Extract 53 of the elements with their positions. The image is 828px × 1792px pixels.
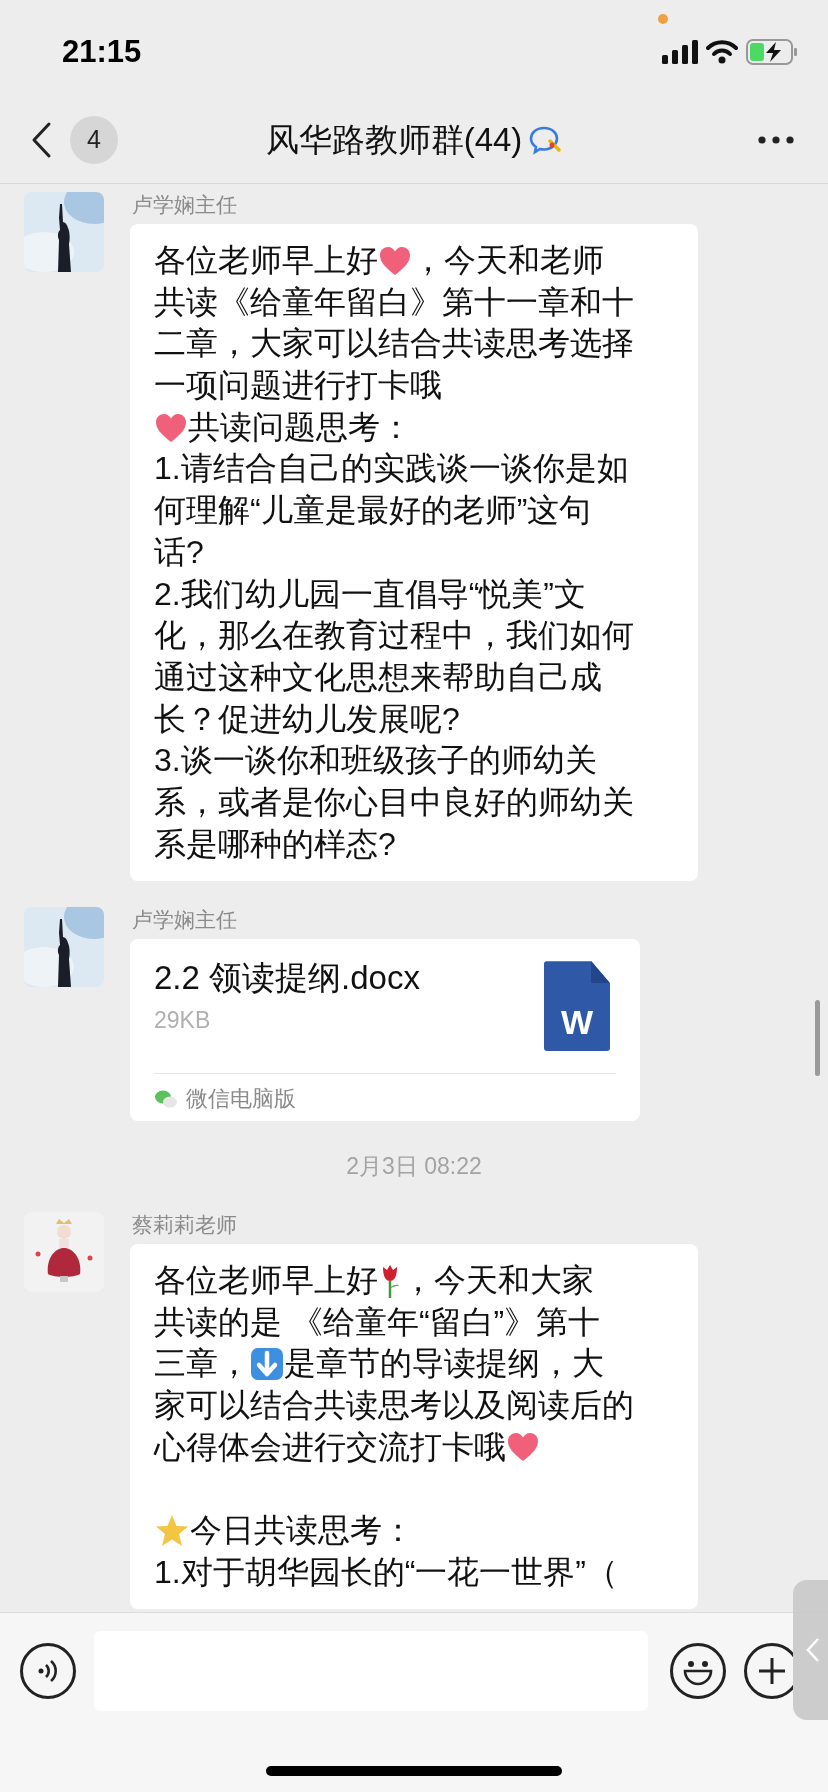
sender-name: 卢学娴主任 (132, 907, 238, 934)
word-document-icon: W (544, 961, 610, 1052)
battery-icon (746, 39, 798, 65)
message-text: 1.请结合自己的实践谈一谈你是如 (154, 449, 629, 489)
unread-count-badge: 4 (70, 115, 118, 164)
message-text: ，今天和老师 (412, 241, 604, 280)
message-text: 2.我们幼儿园一直倡导“悦美”文 (154, 574, 586, 614)
chat-bubble-icon (528, 124, 563, 155)
timestamp: 2月3日 08:22 (346, 1152, 482, 1182)
heart-icon (154, 411, 188, 444)
message-text: 共读的是 《给童年“留白”》第十 (154, 1302, 601, 1342)
back-icon (30, 120, 52, 159)
message-text: 何理解“儿童是最好的老师”这句 (154, 491, 592, 531)
message-text: 化，那么在教育过程中，我们如何 (154, 616, 634, 656)
message-text: 一项问题进行打卡哦 (154, 366, 442, 406)
message-text: 三章， (154, 1344, 250, 1384)
message-text: 今日共读思考： (190, 1510, 414, 1550)
chevron-left-icon (806, 1637, 820, 1663)
message-text: 是章节的导读提纲，大 (284, 1344, 604, 1384)
message-text: 话? (154, 532, 204, 572)
message-text: 共读问题思考： (188, 407, 412, 447)
wechat-icon (154, 1088, 178, 1109)
message-text: 长？促进幼儿发展呢? (154, 699, 460, 739)
message-text: 家可以结合共读思考以及阅读后的 (154, 1385, 634, 1425)
message-text: 心得体会进行交流打卡哦 (154, 1427, 506, 1467)
chat-title: 风华路教师群(44) (265, 119, 523, 160)
file-card[interactable]: 2.2 领读提纲.docx 29KB W 微信电脑版 (130, 939, 640, 1122)
message-text: 系是哪种的样态? (154, 824, 396, 864)
voice-icon (37, 1658, 59, 1684)
sender-name: 蔡莉莉老师 (132, 1211, 238, 1238)
source-label: 微信电脑版 (186, 1085, 296, 1114)
message-text: 共读《给童年留白》第十一章和十 (154, 282, 634, 322)
side-handle[interactable] (793, 1580, 828, 1720)
message-text: 各位老师早上好 (154, 241, 378, 280)
emoji-button[interactable] (670, 1643, 726, 1699)
message-text: 通过这种文化思想来帮助自己成 (154, 657, 602, 697)
more-icon (758, 135, 794, 144)
sender-name: 卢学娴主任 (132, 192, 238, 218)
signal-icon (662, 40, 698, 64)
message-text: 3.谈一谈你和班级孩子的师幼关 (154, 741, 597, 781)
plus-icon (757, 1656, 787, 1686)
wifi-icon (706, 40, 738, 64)
file-size: 29KB (154, 1006, 212, 1036)
heart-icon (506, 1431, 540, 1464)
status-time: 21:15 (62, 32, 142, 71)
message-text: 各位老师早上好 (154, 1260, 378, 1300)
voice-button[interactable] (20, 1643, 76, 1699)
heart-icon (378, 244, 412, 277)
message-text: 1.对于胡华园长的“一花一世界”（ (154, 1552, 618, 1592)
message-text: 二章，大家可以结合共读思考选择 (154, 324, 634, 364)
message-text: ，今天和大家 (402, 1260, 594, 1300)
file-name: 2.2 领读提纲.docx (154, 958, 420, 999)
message-text: 系，或者是你心目中良好的师幼关 (154, 782, 634, 822)
